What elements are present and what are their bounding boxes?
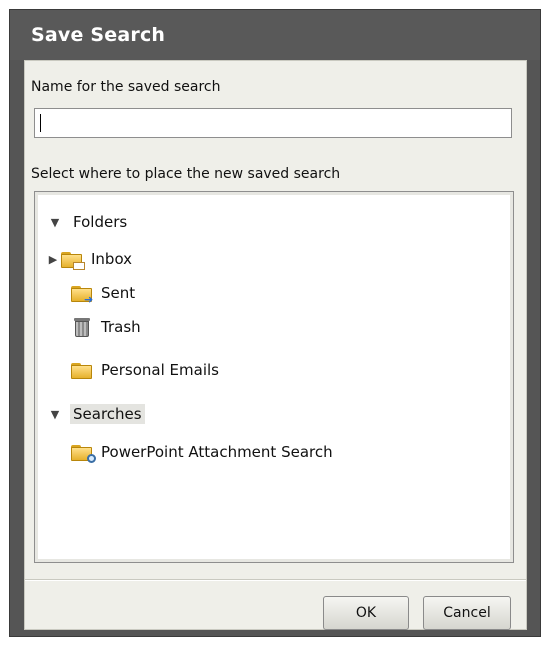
tree-node-label: Folders <box>73 213 128 231</box>
tree-node-label: Trash <box>101 318 141 336</box>
trash-icon <box>71 317 93 337</box>
cancel-button[interactable]: Cancel <box>423 596 511 630</box>
tree-node-folders[interactable]: ▼ Folders <box>45 210 127 234</box>
expand-right-icon[interactable]: ▶ <box>45 253 61 266</box>
folder-tree[interactable]: ▼ Folders ▶ Inbox ➜ Sent Trash Personal … <box>34 191 514 563</box>
tree-node-label: Sent <box>101 284 136 302</box>
tree-node-trash[interactable]: Trash <box>71 315 141 339</box>
expand-down-icon[interactable]: ▼ <box>45 216 65 229</box>
tree-node-label: Searches <box>70 404 145 424</box>
inbox-folder-icon <box>61 249 85 270</box>
dialog-title: Save Search <box>31 24 166 46</box>
text-caret <box>40 114 41 132</box>
sent-folder-icon: ➜ <box>71 283 93 305</box>
tree-node-label: Personal Emails <box>101 361 219 379</box>
tree-node-personal-emails[interactable]: Personal Emails <box>71 358 219 382</box>
location-label: Select where to place the new saved sear… <box>31 166 341 182</box>
tree-node-sent[interactable]: ➜ Sent <box>71 281 135 305</box>
dialog-body: Name for the saved search Select where t… <box>24 60 527 630</box>
tree-node-inbox[interactable]: ▶ Inbox <box>45 247 132 271</box>
tree-node-label: PowerPoint Attachment Search <box>101 443 333 461</box>
button-separator <box>25 579 526 581</box>
dialog-titlebar[interactable]: Save Search <box>10 10 540 60</box>
tree-node-label: Inbox <box>91 250 133 268</box>
expand-down-icon[interactable]: ▼ <box>45 408 65 421</box>
saved-search-name-input[interactable] <box>34 108 512 138</box>
name-field-label: Name for the saved search <box>31 79 221 95</box>
save-search-dialog: Save Search Name for the saved search Se… <box>9 9 541 637</box>
tree-node-powerpoint-attachment-search[interactable]: PowerPoint Attachment Search <box>71 440 333 464</box>
tree-node-searches[interactable]: ▼ Searches <box>45 402 145 426</box>
ok-button[interactable]: OK <box>323 596 409 630</box>
saved-search-folder-icon <box>71 442 96 463</box>
folder-icon <box>71 360 93 380</box>
